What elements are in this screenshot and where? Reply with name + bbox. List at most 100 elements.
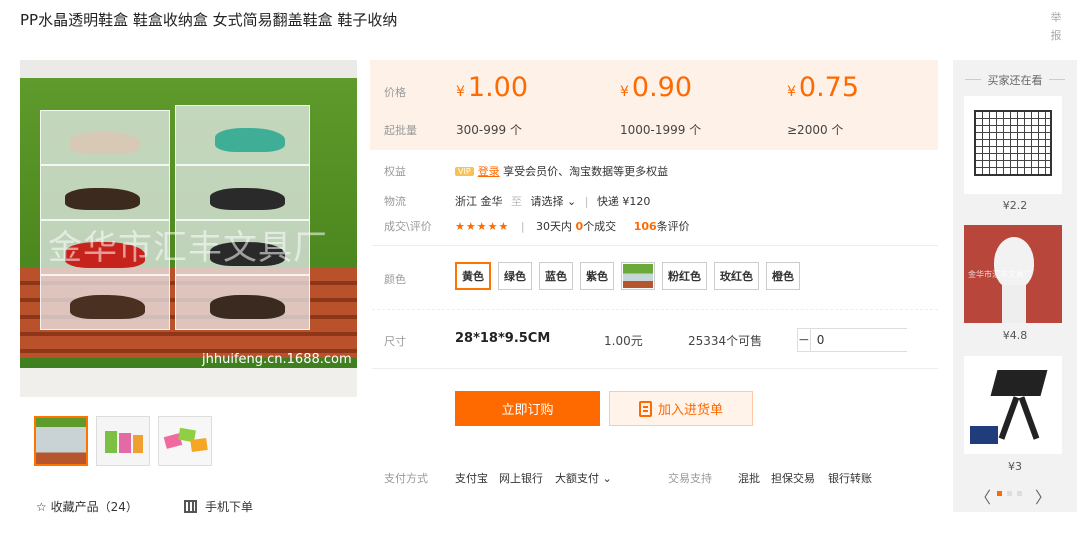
thumbnail-2[interactable] bbox=[96, 416, 150, 466]
color-label: 颜色 bbox=[384, 273, 406, 286]
divider: | bbox=[584, 195, 589, 208]
main-product-image[interactable]: 金华市汇丰文具厂 jhhuifeng.cn.1688.com bbox=[20, 60, 357, 397]
rec-item-wire-grid[interactable] bbox=[964, 96, 1062, 194]
color-option-purple[interactable]: 紫色 bbox=[580, 262, 614, 290]
wire-grid-image bbox=[974, 110, 1052, 176]
thumbnail-3[interactable] bbox=[158, 416, 212, 466]
quantity-stepper: − + bbox=[797, 328, 979, 352]
trade-support-label: 交易支持 bbox=[668, 472, 712, 485]
tier-2-range: 1000-1999 个 bbox=[620, 123, 702, 137]
deals-row: ★★★★★ | 30天内 0个成交 106条评价 bbox=[455, 218, 690, 234]
rec-item-mannequin-head[interactable]: 金华市汇丰文具厂 bbox=[964, 225, 1062, 323]
order-now-button[interactable]: 立即订购 bbox=[455, 391, 600, 426]
image-bottom-band bbox=[20, 368, 357, 397]
color-swatch-image bbox=[623, 264, 653, 288]
mobile-order-label: 手机下单 bbox=[205, 500, 254, 514]
shipping-fee: 快递 ¥120 bbox=[596, 195, 651, 208]
payment-large-amount[interactable]: 大额支付 ⌄ bbox=[555, 470, 612, 486]
deals-suffix: 个成交 bbox=[583, 220, 617, 233]
size-name: 28*18*9.5CM bbox=[455, 331, 551, 346]
logistics-label: 物流 bbox=[384, 195, 406, 208]
size-label: 尺寸 bbox=[384, 335, 406, 348]
tier-1-range: 300-999 个 bbox=[456, 123, 522, 137]
image-watermark: 金华市汇丰文具厂 bbox=[48, 228, 328, 268]
shoe bbox=[70, 132, 140, 154]
recommendations-panel: 买家还在看 ¥2.2 金华市汇丰文具厂 ¥4.8 ¥3 bbox=[953, 60, 1077, 512]
product-title: PP水晶透明鞋盒 鞋盒收纳盒 女式简易翻盖鞋盒 鞋子收纳 bbox=[20, 11, 398, 29]
add-to-cart-label: 加入进货单 bbox=[657, 403, 723, 418]
deals-prefix: 30天内 bbox=[536, 220, 576, 233]
tier-2-price: 0.90 bbox=[631, 72, 693, 103]
thumbnail-strip bbox=[34, 416, 212, 466]
payment-alipay[interactable]: 支付宝 bbox=[455, 470, 488, 486]
laptop-image bbox=[990, 370, 1048, 396]
rec-watermark: 金华市汇丰文具厂 bbox=[968, 270, 1032, 279]
color-option-yellow[interactable]: 黄色 bbox=[455, 262, 491, 290]
tier-1-price: 1.00 bbox=[467, 72, 529, 103]
report-link[interactable]: 举报 bbox=[1049, 9, 1063, 45]
color-option-image[interactable] bbox=[621, 262, 655, 290]
rec-item-laptop-stand[interactable] bbox=[964, 356, 1062, 454]
divider-line bbox=[372, 309, 938, 310]
rec-price-3: ¥3 bbox=[1008, 460, 1022, 473]
page-dot[interactable] bbox=[1007, 491, 1012, 496]
vip-badge: VIP bbox=[455, 167, 474, 176]
mannequin-image bbox=[994, 237, 1034, 289]
color-option-pink[interactable]: 粉红色 bbox=[662, 262, 707, 290]
benefits-text: 享受会员价、淘宝数据等更多权益 bbox=[499, 165, 669, 178]
currency-symbol: ¥ bbox=[787, 84, 796, 100]
size-price: 1.00元 bbox=[604, 334, 643, 348]
color-option-rose[interactable]: 玫红色 bbox=[714, 262, 759, 290]
payment-label: 支付方式 bbox=[384, 472, 428, 485]
quantity-input[interactable] bbox=[809, 329, 968, 351]
decrement-button[interactable]: − bbox=[798, 329, 810, 351]
benefits-row: VIP 登录 享受会员价、淘宝数据等更多权益 bbox=[455, 163, 668, 179]
trade-mixed-batch: 混批 bbox=[738, 472, 760, 485]
shoe bbox=[215, 128, 285, 152]
destination-select[interactable]: 请选择 ⌄ bbox=[531, 195, 577, 208]
page-dot[interactable] bbox=[1017, 491, 1022, 496]
color-options: 黄色 绿色 蓝色 紫色 粉红色 玫红色 橙色 bbox=[455, 262, 800, 290]
shoe bbox=[210, 188, 285, 210]
currency-symbol: ¥ bbox=[456, 84, 465, 100]
mobile-order-button[interactable]: 手机下单 bbox=[184, 498, 253, 515]
size-stock: 25334个可售 bbox=[688, 334, 763, 348]
page-dot[interactable] bbox=[997, 491, 1002, 496]
recommendations-title: 买家还在看 bbox=[953, 72, 1077, 88]
reviews-link[interactable]: 106条评价 bbox=[634, 220, 690, 233]
logistics-row: 浙江 金华 至 请选择 ⌄ | 快递 ¥120 bbox=[455, 193, 650, 209]
reviews-count: 106 bbox=[633, 220, 657, 233]
rec-price-1: ¥2.2 bbox=[1002, 199, 1028, 212]
color-option-orange[interactable]: 橙色 bbox=[766, 262, 800, 290]
image-url-watermark: jhhuifeng.cn.1688.com bbox=[202, 352, 352, 367]
clipboard-icon bbox=[638, 400, 652, 417]
color-option-blue[interactable]: 蓝色 bbox=[539, 262, 573, 290]
ship-to-word: 至 bbox=[511, 195, 522, 208]
promo-sticker bbox=[970, 426, 998, 444]
payment-online-bank[interactable]: 网上银行 bbox=[499, 470, 543, 486]
thumbnail-1[interactable] bbox=[34, 416, 88, 466]
benefits-label: 权益 bbox=[384, 165, 406, 178]
add-to-cart-button[interactable]: 加入进货单 bbox=[609, 391, 753, 426]
favorite-product-button[interactable]: ☆ 收藏产品（24） bbox=[36, 498, 138, 515]
tier-3-range: ≥2000 个 bbox=[787, 123, 844, 137]
currency-symbol: ¥ bbox=[620, 84, 629, 100]
trade-bank-transfer: 银行转账 bbox=[828, 472, 872, 485]
shoe bbox=[210, 295, 285, 319]
price-tier-3: ¥0.75 bbox=[787, 72, 859, 103]
color-option-green[interactable]: 绿色 bbox=[498, 262, 532, 290]
shoe bbox=[65, 188, 140, 210]
rec-prev-button[interactable]: 〈 bbox=[975, 484, 991, 508]
shoe bbox=[70, 295, 145, 319]
price-tier-2: ¥0.90 bbox=[620, 72, 692, 103]
stand-leg bbox=[998, 396, 1020, 440]
login-link[interactable]: 登录 bbox=[478, 165, 500, 178]
qr-code-icon bbox=[184, 500, 197, 513]
min-qty-label: 起批量 bbox=[384, 124, 417, 137]
rec-next-button[interactable]: 〉 bbox=[1035, 484, 1051, 508]
deals-label: 成交\评价 bbox=[384, 220, 432, 233]
rec-price-2: ¥4.8 bbox=[1002, 329, 1028, 342]
divider: | bbox=[520, 220, 525, 233]
rec-pagination bbox=[997, 491, 1022, 496]
stand-leg bbox=[1018, 396, 1040, 440]
